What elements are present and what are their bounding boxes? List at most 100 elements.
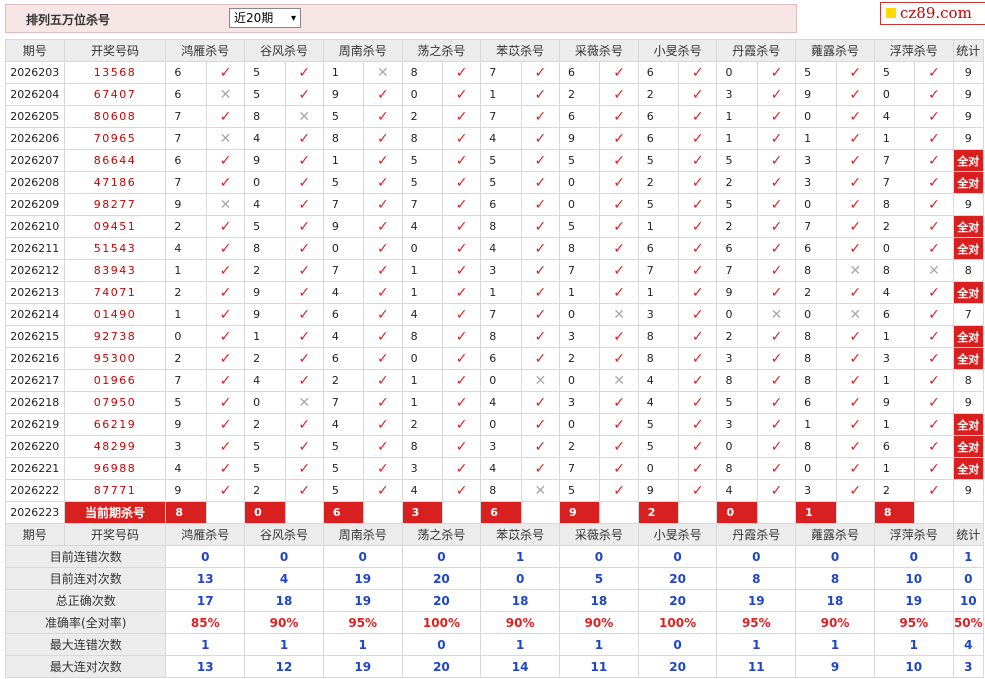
check-icon: ✓ bbox=[914, 347, 954, 370]
current-kill-value: 0 bbox=[244, 501, 286, 524]
column-header: 期号 bbox=[5, 523, 65, 546]
kill-value-cell: 8 bbox=[480, 325, 522, 348]
column-header: 荡之杀号 bbox=[401, 523, 482, 546]
summary-label: 目前连对次数 bbox=[4, 567, 167, 590]
kill-value-cell: 7 bbox=[165, 171, 207, 194]
check-icon: ✓ bbox=[599, 413, 639, 436]
table-row: 2026217 01966 7 ✓ 4 ✓ 2 ✓ 1 ✓ 0 ✕ 0 ✕ 4 ✓ 8 ✓ 8 ✓ 1 ✓ 8 bbox=[5, 369, 985, 392]
kill-value-cell: 0 bbox=[480, 369, 522, 392]
column-header: 蕹露杀号 bbox=[795, 39, 875, 62]
check-icon: ✓ bbox=[678, 105, 718, 128]
kill-value-cell: 9 bbox=[244, 149, 286, 172]
summary-value: 20 bbox=[637, 567, 718, 590]
period-cell: 2026209 bbox=[5, 193, 65, 216]
check-icon: ✓ bbox=[520, 325, 561, 348]
kill-value-cell: 9 bbox=[795, 83, 837, 106]
kill-value-cell: 7 bbox=[322, 193, 365, 216]
check-icon: ✓ bbox=[756, 457, 797, 480]
kill-value-cell: 8 bbox=[795, 347, 837, 370]
kill-value-cell: 1 bbox=[716, 105, 758, 128]
check-icon: ✓ bbox=[205, 325, 246, 348]
kill-value-cell: 7 bbox=[795, 215, 837, 238]
stat-cell: 全对 bbox=[952, 457, 985, 480]
kill-value-cell: 8 bbox=[795, 325, 837, 348]
check-icon: ✓ bbox=[520, 391, 561, 414]
period-cell: 2026212 bbox=[5, 259, 65, 282]
empty-cell bbox=[914, 501, 954, 524]
kill-value-cell: 4 bbox=[637, 391, 680, 414]
kill-value-cell: 3 bbox=[480, 259, 522, 282]
check-icon: ✓ bbox=[441, 171, 482, 194]
kill-value-cell: 0 bbox=[244, 171, 286, 194]
kill-value-cell: 6 bbox=[716, 237, 758, 260]
kill-value-cell: 0 bbox=[401, 347, 443, 370]
kill-value-cell: 0 bbox=[559, 303, 601, 326]
kill-value-cell: 4 bbox=[322, 325, 365, 348]
check-icon: ✓ bbox=[441, 347, 482, 370]
check-icon: ✓ bbox=[599, 325, 639, 348]
table-row: 2026218 07950 5 ✓ 0 ✕ 7 ✓ 1 ✓ 4 ✓ 3 ✓ 4 ✓ 5 ✓ 6 ✓ 9 ✓ 9 bbox=[5, 391, 985, 414]
summary-value: 90% bbox=[244, 611, 324, 634]
draw-number-cell: 48299 bbox=[63, 435, 167, 458]
check-icon: ✓ bbox=[441, 479, 482, 502]
kill-value-cell: 5 bbox=[244, 457, 286, 480]
stat-cell: 全对 bbox=[952, 171, 985, 194]
kill-value-cell: 8 bbox=[480, 215, 522, 238]
summary-value: 18 bbox=[244, 589, 324, 612]
check-icon: ✓ bbox=[363, 391, 403, 414]
summary-value: 0 bbox=[873, 545, 954, 568]
summary-value: 0 bbox=[480, 567, 561, 590]
column-header: 谷风杀号 bbox=[244, 523, 324, 546]
kill-value-cell: 7 bbox=[480, 105, 522, 128]
cross-icon: ✕ bbox=[284, 391, 324, 414]
period-select[interactable]: 近20期 ▾ bbox=[229, 8, 301, 28]
table-row: 2026211 51543 4 ✓ 8 ✓ 0 ✓ 0 ✓ 4 ✓ 8 ✓ 6 ✓ 6 ✓ 6 ✓ 0 ✓ 全对 bbox=[5, 237, 985, 260]
check-icon: ✓ bbox=[441, 83, 482, 106]
period-cell: 2026208 bbox=[5, 171, 65, 194]
check-icon: ✓ bbox=[520, 215, 561, 238]
summary-value: 1 bbox=[873, 633, 954, 656]
summary-value: 1 bbox=[322, 633, 403, 656]
kill-value-cell: 1 bbox=[401, 369, 443, 392]
stat-cell: 9 bbox=[952, 391, 985, 414]
check-icon: ✓ bbox=[599, 479, 639, 502]
cross-icon: ✕ bbox=[599, 369, 639, 392]
kill-value-cell: 3 bbox=[795, 149, 837, 172]
period-cell: 2026215 bbox=[5, 325, 65, 348]
kill-value-cell: 5 bbox=[873, 61, 916, 84]
kill-value-cell: 6 bbox=[795, 237, 837, 260]
period-cell: 2026214 bbox=[5, 303, 65, 326]
kill-value-cell: 7 bbox=[322, 259, 365, 282]
kill-value-cell: 1 bbox=[716, 127, 758, 150]
check-icon: ✓ bbox=[835, 83, 875, 106]
table-row: 2026204 67407 6 ✕ 5 ✓ 9 ✓ 0 ✓ 1 ✓ 2 ✓ 2 ✓ 3 ✓ 9 ✓ 0 ✓ 9 bbox=[5, 83, 985, 106]
kill-value-cell: 5 bbox=[716, 391, 758, 414]
check-icon: ✓ bbox=[678, 259, 718, 282]
check-icon: ✓ bbox=[756, 193, 797, 216]
check-icon: ✓ bbox=[284, 127, 324, 150]
kill-value-cell: 0 bbox=[716, 435, 758, 458]
table-row: 2026219 66219 9 ✓ 2 ✓ 4 ✓ 2 ✓ 0 ✓ 0 ✓ 5 ✓ 3 ✓ 1 ✓ 1 ✓ 全对 bbox=[5, 413, 985, 436]
period-cell: 2026222 bbox=[5, 479, 65, 502]
kill-value-cell: 1 bbox=[401, 281, 443, 304]
period-cell: 2026217 bbox=[5, 369, 65, 392]
period-cell: 2026211 bbox=[5, 237, 65, 260]
kill-value-cell: 5 bbox=[322, 435, 365, 458]
check-icon: ✓ bbox=[205, 149, 246, 172]
check-icon: ✓ bbox=[284, 149, 324, 172]
empty-cell bbox=[678, 501, 718, 524]
check-icon: ✓ bbox=[441, 281, 482, 304]
header-row: 期号 开奖号码 鸿雁杀号 谷风杀号 周南杀号 荡之杀号 苯苡杀号 采薇杀号 小旻杀号 丹霞杀号 蕹露… bbox=[5, 523, 985, 546]
kill-value-cell: 0 bbox=[559, 369, 601, 392]
kill-value-cell: 4 bbox=[165, 457, 207, 480]
kill-value-cell: 6 bbox=[480, 193, 522, 216]
kill-value-cell: 4 bbox=[244, 369, 286, 392]
summary-label: 总正确次数 bbox=[4, 589, 167, 612]
kill-value-cell: 2 bbox=[244, 413, 286, 436]
check-icon: ✓ bbox=[835, 369, 875, 392]
check-icon: ✓ bbox=[756, 347, 797, 370]
table-row: 2026205 80608 7 ✓ 8 ✕ 5 ✓ 2 ✓ 7 ✓ 6 ✓ 6 ✓ 1 ✓ 0 ✓ 4 ✓ 9 bbox=[5, 105, 985, 128]
check-icon: ✓ bbox=[914, 105, 954, 128]
kill-value-cell: 0 bbox=[795, 303, 837, 326]
site-logo[interactable]: cz89.com bbox=[880, 2, 985, 25]
